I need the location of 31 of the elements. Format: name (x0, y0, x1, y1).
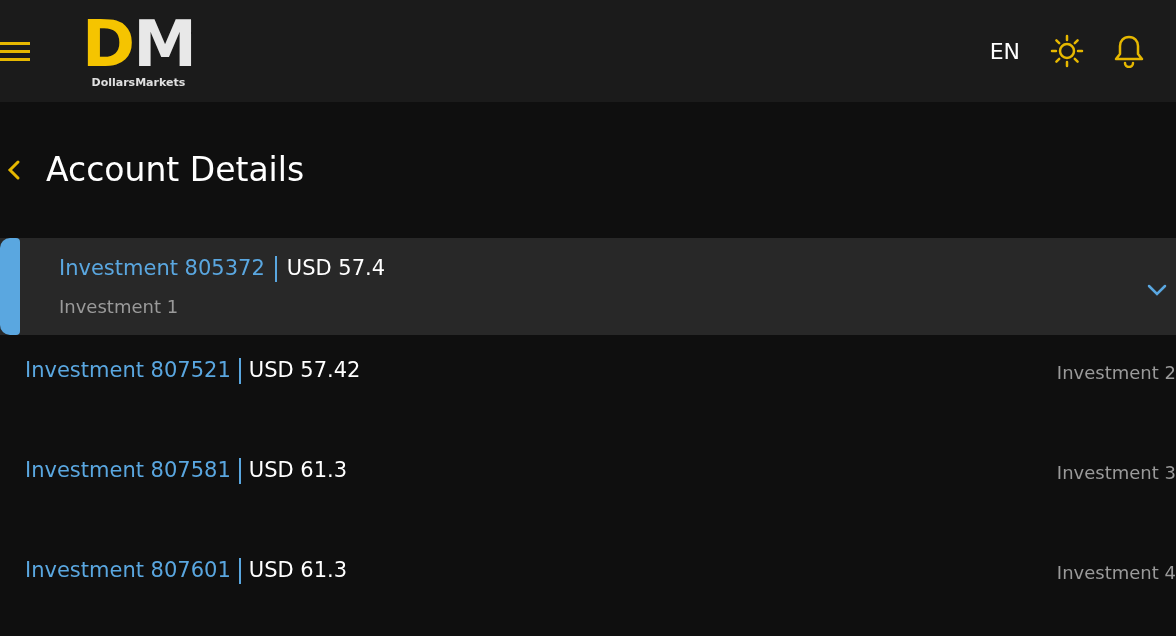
logo[interactable]: DM DollarsMarkets (82, 8, 195, 88)
menu-button[interactable] (0, 39, 30, 63)
account-label: Investment 3 (1056, 461, 1176, 485)
account-name: Investment 807581 (25, 457, 231, 484)
account-row[interactable]: Investment 807581 USD 61.3 Investment 3 (0, 435, 1176, 535)
separator (238, 357, 241, 384)
account-name: Investment 807601 (25, 557, 231, 584)
menu-icon (0, 39, 30, 63)
chevron-down-icon[interactable] (1146, 282, 1168, 297)
page-title: Account Details (46, 149, 305, 192)
separator (238, 557, 241, 584)
account-label: Investment 1 (59, 294, 180, 319)
account-row-expanded[interactable]: Investment 805372 USD 57.4 Investment 1 (0, 238, 1176, 335)
separator (238, 457, 241, 484)
back-chevron-icon (7, 159, 21, 181)
bell-icon[interactable] (1114, 34, 1144, 68)
account-balance: USD 61.3 (248, 557, 348, 584)
sun-icon[interactable] (1050, 34, 1084, 68)
logo-monogram: DM (82, 8, 195, 79)
account-label: Investment 2 (1056, 361, 1176, 385)
account-balance: USD 57.42 (248, 357, 361, 384)
account-name: Investment 805372 (59, 255, 265, 283)
account-row[interactable]: Investment 807521 USD 57.42 Investment 2 (0, 335, 1176, 435)
separator (274, 256, 277, 282)
account-label: Investment 4 (1056, 561, 1176, 585)
account-balance: USD 61.3 (248, 457, 348, 484)
account-name: Investment 807521 (25, 357, 231, 384)
account-balance: USD 57.4 (286, 255, 386, 283)
account-row[interactable]: Investment 807601 USD 61.3 Investment 4 (0, 535, 1176, 635)
language-button[interactable]: EN (989, 34, 1020, 68)
logo-wordmark: DollarsMarkets (91, 76, 186, 88)
